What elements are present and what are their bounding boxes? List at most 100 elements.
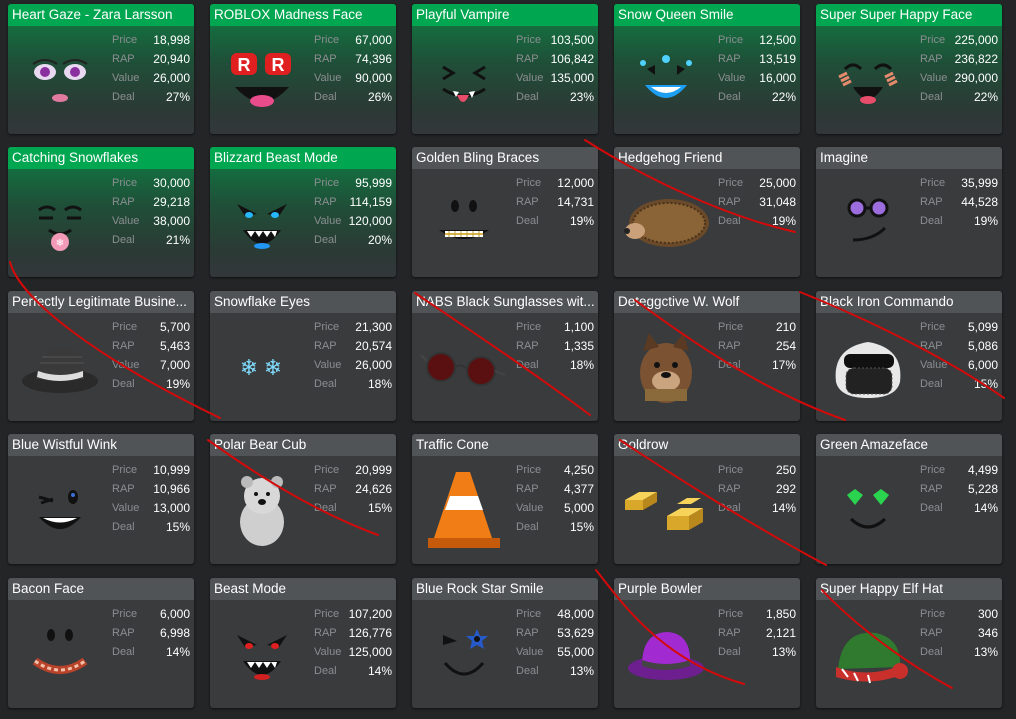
- stat-value: 31,048: [759, 195, 796, 209]
- item-title[interactable]: Blizzard Beast Mode: [210, 147, 396, 169]
- stat-label: Price: [718, 464, 744, 476]
- stat-value: 114,159: [349, 195, 393, 209]
- stat-row-price: Price 210: [718, 318, 796, 337]
- item-card[interactable]: Bacon Face Price 6,000 RAP 6,998 Deal 14%: [8, 578, 194, 708]
- item-title[interactable]: Purple Bowler: [614, 578, 800, 600]
- item-card[interactable]: Goldrow Price 250 RAP 292 Deal 14%: [614, 434, 800, 564]
- stat-row-rap: RAP 126,776: [314, 624, 392, 643]
- stat-value: 25,000: [759, 176, 796, 190]
- item-card[interactable]: Golden Bling Braces Price 12,000 RAP 14,731 D…: [412, 147, 598, 277]
- item-title[interactable]: Super Super Happy Face: [816, 4, 1002, 26]
- item-card[interactable]: Deteggctive W. Wolf Price 210 RAP 254 Deal 17%: [614, 291, 800, 421]
- stat-value: 292: [775, 482, 796, 496]
- stat-row-value: Value 16,000: [718, 69, 796, 88]
- stat-label: RAP: [920, 340, 943, 352]
- item-title[interactable]: ROBLOX Madness Face: [210, 4, 396, 26]
- stat-row-deal: Deal 13%: [718, 643, 796, 662]
- item-card[interactable]: Catching Snowflakes ❄ Price 30,000 RAP 29,218…: [8, 147, 194, 277]
- item-card[interactable]: Polar Bear Cub Price 20,999 RAP 24,626 Deal 15…: [210, 434, 396, 564]
- stat-row-deal: Deal 22%: [920, 88, 998, 107]
- stat-value: 210: [775, 320, 796, 334]
- stat-label: Deal: [920, 91, 943, 103]
- item-title[interactable]: Polar Bear Cub: [210, 434, 396, 456]
- item-title[interactable]: Hedgehog Friend: [614, 147, 800, 169]
- stat-label: RAP: [920, 627, 943, 639]
- stat-label: Price: [920, 177, 946, 189]
- item-title[interactable]: Playful Vampire: [412, 4, 598, 26]
- stat-value: 18%: [569, 358, 594, 372]
- item-card[interactable]: Playful Vampire Price 103,500 RAP 106,842 Val…: [412, 4, 598, 134]
- stat-row-rap: RAP 74,396: [314, 50, 392, 69]
- stat-value: 44,528: [961, 195, 998, 209]
- item-card[interactable]: Traffic Cone Price 4,250 RAP 4,377 Value 5,000…: [412, 434, 598, 564]
- stat-value: 13%: [771, 645, 796, 659]
- stat-value: 5,086: [967, 339, 998, 353]
- item-title[interactable]: Catching Snowflakes: [8, 147, 194, 169]
- item-card[interactable]: ROBLOX Madness Face R R Price 67,000 RAP 74,39…: [210, 4, 396, 134]
- item-card[interactable]: Black Iron Commando Price 5,099 RAP 5,086 Val…: [816, 291, 1002, 421]
- item-title[interactable]: Snow Queen Smile: [614, 4, 800, 26]
- item-title[interactable]: Deteggctive W. Wolf: [614, 291, 800, 313]
- item-card[interactable]: Snow Queen Smile Price 12,500 RAP 13,519 Valu…: [614, 4, 800, 134]
- item-card[interactable]: Perfectly Legitimate Busine... Price 5,700…: [8, 291, 194, 421]
- item-card[interactable]: Purple Bowler Price 1,850 RAP 2,121 Deal 13%: [614, 578, 800, 708]
- item-title[interactable]: Black Iron Commando: [816, 291, 1002, 313]
- item-title[interactable]: Green Amazeface: [816, 434, 1002, 456]
- stat-label: Deal: [920, 646, 943, 658]
- item-card[interactable]: NABS Black Sunglasses wit... Price 1,100 RA…: [412, 291, 598, 421]
- item-title[interactable]: Bacon Face: [8, 578, 194, 600]
- stat-row-rap: RAP 2,121: [718, 624, 796, 643]
- item-title[interactable]: Perfectly Legitimate Busine...: [8, 291, 194, 313]
- snow-queen-face-icon: [620, 32, 712, 128]
- item-card[interactable]: Beast Mode Price 107,200 RAP 126,776 Value 125…: [210, 578, 396, 708]
- item-title[interactable]: Blue Rock Star Smile: [412, 578, 598, 600]
- stat-label: Deal: [314, 502, 337, 514]
- item-stats: Price 12,500 RAP 13,519 Value 16,000 Deal 22%: [718, 31, 796, 107]
- stat-label: RAP: [920, 483, 943, 495]
- stat-label: Deal: [112, 521, 135, 533]
- item-card[interactable]: Imagine Price 35,999 RAP 44,528 Deal 19%: [816, 147, 1002, 277]
- item-card[interactable]: Super Super Happy Face Price 225,000 RAP 236…: [816, 4, 1002, 134]
- stat-label: RAP: [314, 627, 337, 639]
- item-card[interactable]: Green Amazeface Price 4,499 RAP 5,228 Deal 14%: [816, 434, 1002, 564]
- item-title[interactable]: Blue Wistful Wink: [8, 434, 194, 456]
- stat-label: RAP: [718, 627, 741, 639]
- item-card[interactable]: Snowflake Eyes ❄ ❄ Price 21,300 RAP 20,574 Valu…: [210, 291, 396, 421]
- item-stats: Price 210 RAP 254 Deal 17%: [718, 318, 796, 375]
- item-title[interactable]: Super Happy Elf Hat: [816, 578, 1002, 600]
- item-card[interactable]: Heart Gaze - Zara Larsson Price 18,998 RAP 2…: [8, 4, 194, 134]
- item-card[interactable]: Blizzard Beast Mode Price 95,999 RAP 114,159…: [210, 147, 396, 277]
- item-title[interactable]: Golden Bling Braces: [412, 147, 598, 169]
- item-card[interactable]: Hedgehog Friend Price 25,000 RAP 31,048 Deal 1…: [614, 147, 800, 277]
- stat-label: RAP: [718, 196, 741, 208]
- item-title[interactable]: Heart Gaze - Zara Larsson: [8, 4, 194, 26]
- stat-value: 12,500: [759, 33, 796, 47]
- item-card[interactable]: Blue Wistful Wink Price 10,999 RAP 10,966 Val…: [8, 434, 194, 564]
- item-title[interactable]: Beast Mode: [210, 578, 396, 600]
- bacon-face-icon: [14, 606, 106, 702]
- stat-row-price: Price 4,250: [516, 461, 594, 480]
- stat-value: 26%: [367, 90, 392, 104]
- stat-row-rap: RAP 20,940: [112, 50, 190, 69]
- svg-text:R: R: [238, 55, 251, 75]
- heart-gaze-face-icon: [14, 32, 106, 128]
- stat-label: RAP: [314, 196, 337, 208]
- stat-label: RAP: [920, 53, 943, 65]
- item-title[interactable]: Imagine: [816, 147, 1002, 169]
- item-title[interactable]: Snowflake Eyes: [210, 291, 396, 313]
- stat-value: 20%: [367, 233, 392, 247]
- stat-row-price: Price 5,099: [920, 318, 998, 337]
- stat-value: 250: [775, 463, 796, 477]
- item-title[interactable]: Goldrow: [614, 434, 800, 456]
- svg-text:R: R: [272, 55, 285, 75]
- item-card[interactable]: Blue Rock Star Smile Price 48,000 RAP 53,629…: [412, 578, 598, 708]
- stat-label: Price: [112, 608, 138, 620]
- item-card[interactable]: Super Happy Elf Hat Price 300 RAP 346 Deal 13%: [816, 578, 1002, 708]
- stat-label: Price: [516, 34, 542, 46]
- stat-value: 14%: [165, 645, 190, 659]
- item-stats: Price 107,200 RAP 126,776 Value 125,000 Deal 14…: [314, 605, 392, 681]
- item-title[interactable]: NABS Black Sunglasses wit...: [412, 291, 598, 313]
- item-title[interactable]: Traffic Cone: [412, 434, 598, 456]
- stat-row-rap: RAP 53,629: [516, 624, 594, 643]
- stat-label: Price: [314, 321, 340, 333]
